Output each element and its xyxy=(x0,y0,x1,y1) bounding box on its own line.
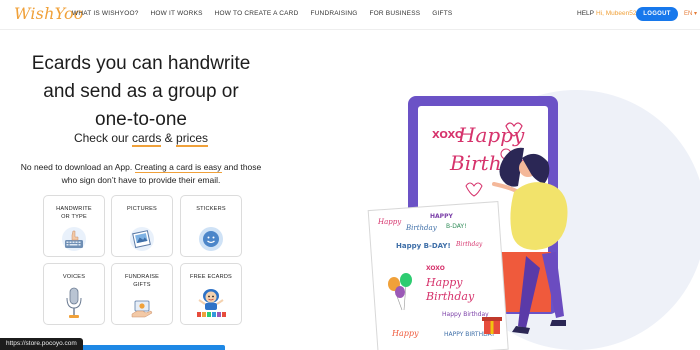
cards-link[interactable]: cards xyxy=(132,131,162,147)
feature-voices[interactable]: VOICES xyxy=(43,263,105,325)
feature-stickers[interactable]: STICKERS xyxy=(180,195,242,257)
card-note: Happy B-DAY! xyxy=(396,242,451,250)
language-selector[interactable]: EN ▾ xyxy=(684,10,697,17)
photo-icon xyxy=(129,226,155,257)
feature-handwrite-or-type[interactable]: HANDWRITE OR TYPE xyxy=(43,195,105,257)
gift-money-icon xyxy=(129,294,155,325)
card-note: HAPPY xyxy=(430,213,453,220)
user-greeting[interactable]: Hi, Mubeen525 xyxy=(596,10,640,17)
nav-how-to-create-card[interactable]: HOW TO CREATE A CARD xyxy=(215,10,299,17)
hero-title-line2: and send as a group or xyxy=(43,81,239,102)
hero-title-line3: one-to-one xyxy=(95,109,187,130)
feature-label: VOICES xyxy=(62,274,86,280)
card-note: Birthday xyxy=(455,241,483,248)
prices-link[interactable]: prices xyxy=(176,131,209,147)
keyboard-hand-icon xyxy=(61,226,87,257)
feature-fundraise-gifts[interactable]: FUNDRAISE GIFTS xyxy=(111,263,173,325)
feature-label: FREE ECARDS xyxy=(190,274,232,280)
logout-button[interactable]: LOGOUT xyxy=(636,7,678,21)
nav-fundraising[interactable]: FUNDRAISING xyxy=(310,10,357,17)
gift-sticker xyxy=(482,317,502,334)
nav-for-business[interactable]: FOR BUSINESS xyxy=(369,10,420,17)
sticker-icon xyxy=(198,226,224,257)
check-cards-prices: Check our cards & prices xyxy=(10,131,272,147)
hero-illustration: XOXO Happy Birthday Happy Birthday HAPPY… xyxy=(346,88,700,350)
feature-pictures[interactable]: PICTURES xyxy=(111,195,173,257)
card-note: Happy xyxy=(425,276,463,289)
character-icon xyxy=(194,282,228,325)
card-note: XOXO xyxy=(426,265,445,272)
feature-free-ecards[interactable]: FREE ECARDS xyxy=(180,263,242,325)
feature-label: HANDWRITE OR TYPE xyxy=(56,206,92,220)
check-and: & xyxy=(161,131,177,145)
feature-label: PICTURES xyxy=(127,206,157,212)
page: WishYoo WHAT IS WISHYOO? HOW IT WORKS HO… xyxy=(0,0,700,350)
nav-what-is-wishyoo[interactable]: WHAT IS WISHYOO? xyxy=(72,10,139,17)
hero-description: No need to download an App. Creating a c… xyxy=(16,161,266,187)
feature-label: STICKERS xyxy=(196,206,226,212)
desc-part1: No need to download an App. xyxy=(20,162,135,172)
hero-title-line1: Ecards you can handwrite xyxy=(31,53,251,74)
card-note: Happy Birthday xyxy=(442,311,489,318)
chevron-down-icon: ▾ xyxy=(692,11,698,17)
status-bar-url: https://store.pocoyo.com xyxy=(0,338,83,350)
feature-label: FUNDRAISE GIFTS xyxy=(124,274,160,288)
scroll-progress-bar xyxy=(75,345,225,350)
card-note: B-DAY! xyxy=(446,223,467,230)
nav-gifts[interactable]: GIFTS xyxy=(432,10,452,17)
check-prefix: Check our xyxy=(73,131,132,145)
creating-card-easy-link[interactable]: Creating a card is easy xyxy=(134,162,222,173)
main-nav: WHAT IS WISHYOO? HOW IT WORKS HOW TO CRE… xyxy=(72,10,464,17)
microphone-icon xyxy=(64,286,84,325)
nav-how-it-works[interactable]: HOW IT WORKS xyxy=(151,10,203,17)
top-navbar: WishYoo WHAT IS WISHYOO? HOW IT WORKS HO… xyxy=(0,0,700,30)
card-note: Happy xyxy=(391,329,419,338)
card-note: Happy xyxy=(377,218,402,226)
help-link[interactable]: HELP xyxy=(577,10,594,17)
card-note: Birthday xyxy=(405,224,438,232)
card-note: Birthday xyxy=(425,290,475,303)
hero-title: Ecards you can handwrite and send as a g… xyxy=(10,50,272,134)
